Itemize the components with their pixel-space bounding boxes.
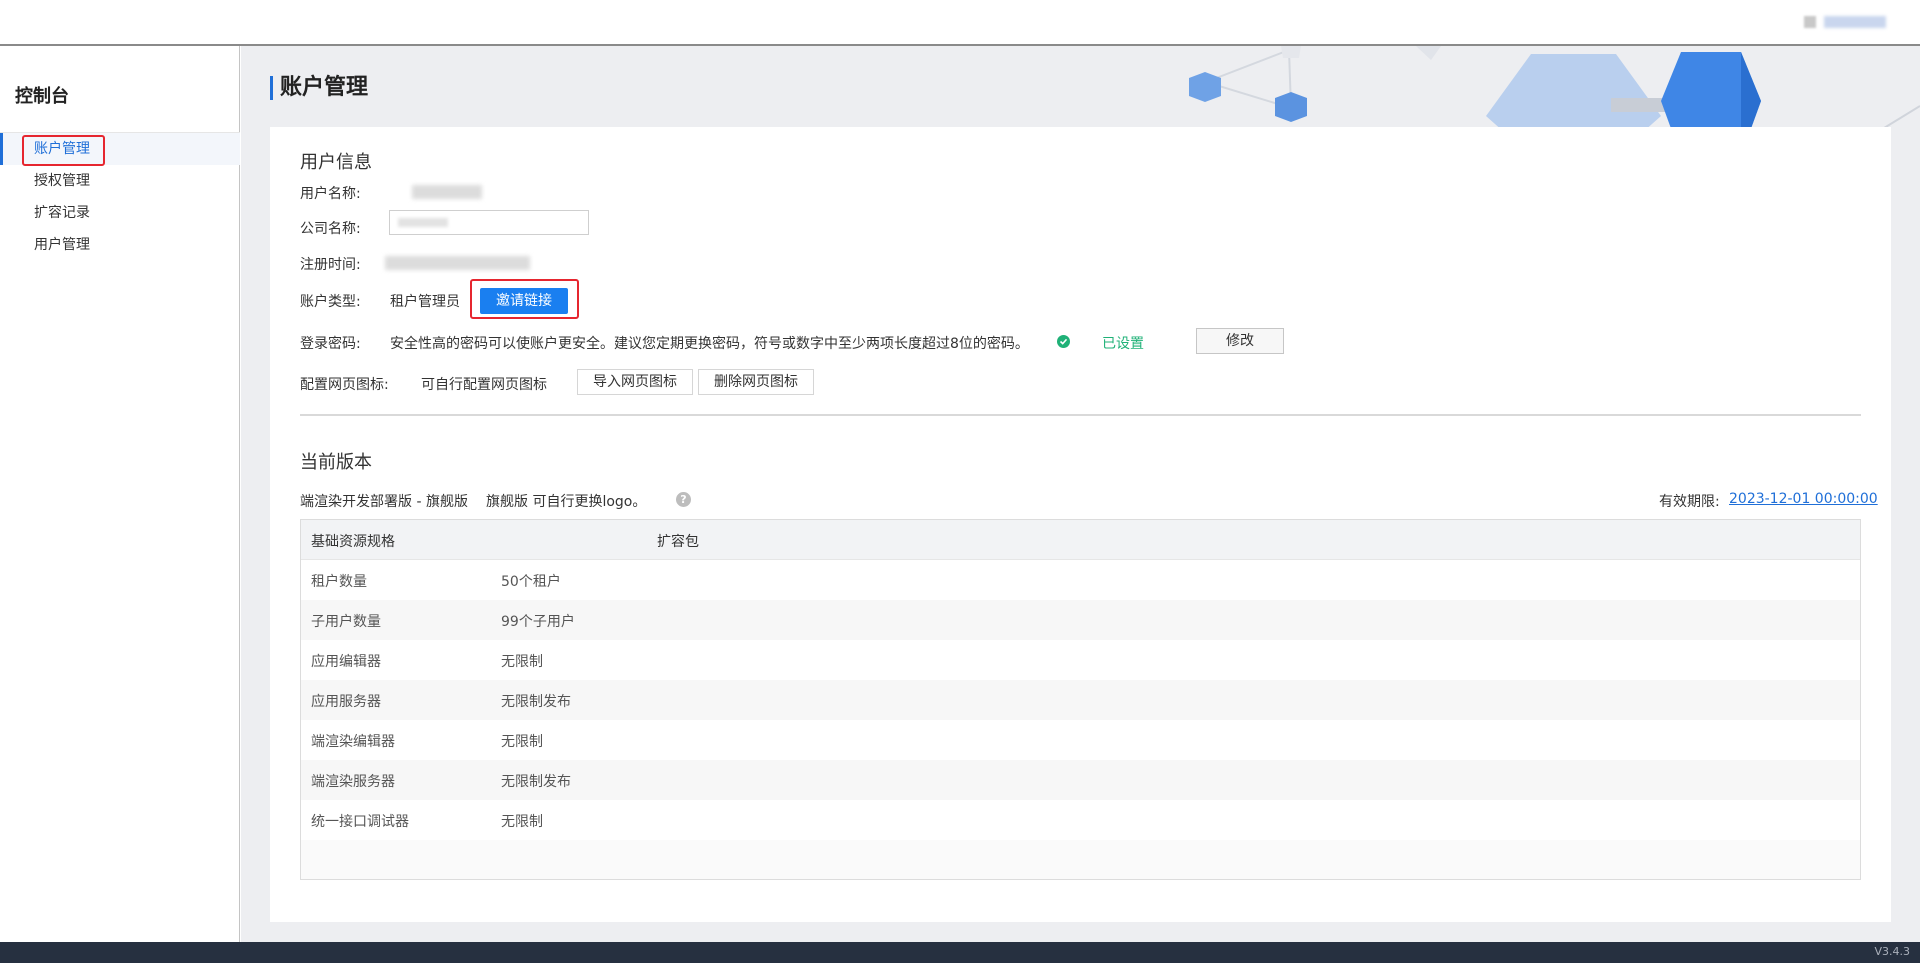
row-name: 端渲染编辑器 <box>311 734 395 750</box>
table-header: 基础资源规格 扩容包 <box>301 520 1860 560</box>
check-circle-icon <box>1057 335 1070 348</box>
favicon-hint: 可自行配置网页图标 <box>421 377 547 393</box>
register-time-label: 注册时间: <box>300 257 361 273</box>
table-row: 应用编辑器 无限制 <box>301 640 1860 680</box>
table-row: 统一接口调试器 无限制 <box>301 800 1860 840</box>
account-panel: 用户信息 用户名称: 公司名称: 注册时间: 账户类型: 租户管理员 邀请链接 … <box>270 127 1891 922</box>
table-row: 子用户数量 99个子用户 <box>301 600 1860 640</box>
user-name-redacted[interactable] <box>1824 16 1886 28</box>
row-name: 统一接口调试器 <box>311 814 409 830</box>
row-name: 应用编辑器 <box>311 654 381 670</box>
table-row: 租户数量 50个租户 <box>301 560 1860 600</box>
version-title: 当前版本 <box>300 452 372 473</box>
row-value: 无限制 <box>501 654 543 670</box>
table-row: 应用服务器 无限制发布 <box>301 680 1860 720</box>
section-divider <box>300 414 1861 416</box>
delete-favicon-button[interactable]: 删除网页图标 <box>698 369 814 395</box>
sidebar-item-authorization[interactable]: 授权管理 <box>0 165 240 197</box>
header-expansion-pack: 扩容包 <box>657 534 699 550</box>
account-type-value: 租户管理员 <box>390 294 460 310</box>
account-type-label: 账户类型: <box>300 294 361 310</box>
row-value: 50个租户 <box>501 574 561 590</box>
invite-link-button[interactable]: 邀请链接 <box>480 288 568 314</box>
row-name: 租户数量 <box>311 574 367 590</box>
user-avatar[interactable] <box>1804 16 1816 28</box>
version-number: V3.4.3 <box>1874 945 1910 958</box>
row-name: 端渲染服务器 <box>311 774 395 790</box>
password-hint: 安全性高的密码可以使账户更安全。建议您定期更换密码，符号或数字中至少两项长度超过… <box>390 336 1029 352</box>
row-value: 无限制 <box>501 814 543 830</box>
row-value: 无限制 <box>501 734 543 750</box>
expiry-label: 有效期限: <box>1659 494 1720 510</box>
edition-note: 旗舰版 可自行更换logo。 <box>486 494 647 510</box>
sidebar: 控制台 账户管理 授权管理 扩容记录 用户管理 <box>0 46 240 942</box>
resource-table: 基础资源规格 扩容包 租户数量 50个租户 子用户数量 99个子用户 应用编辑器… <box>300 519 1861 880</box>
user-info-title: 用户信息 <box>300 152 372 173</box>
sidebar-title: 控制台 <box>15 86 69 107</box>
footer: V3.4.3 <box>0 942 1920 963</box>
user-menu[interactable] <box>1804 16 1886 28</box>
modify-password-button[interactable]: 修改 <box>1196 328 1284 354</box>
company-field[interactable] <box>389 210 589 235</box>
header-basic-spec: 基础资源规格 <box>311 534 395 550</box>
import-favicon-button[interactable]: 导入网页图标 <box>577 369 693 395</box>
sidebar-item-users[interactable]: 用户管理 <box>0 229 240 261</box>
favicon-label: 配置网页图标: <box>300 377 389 393</box>
row-name: 子用户数量 <box>311 614 381 630</box>
company-label: 公司名称: <box>300 221 361 237</box>
table-row: 端渲染服务器 无限制发布 <box>301 760 1860 800</box>
top-bar <box>0 0 1920 46</box>
password-label: 登录密码: <box>300 336 361 352</box>
expiry-date-link[interactable]: 2023-12-01 00:00:00 <box>1729 491 1878 507</box>
row-name: 应用服务器 <box>311 694 381 710</box>
help-icon[interactable]: ? <box>676 492 691 507</box>
username-label: 用户名称: <box>300 186 361 202</box>
password-status: 已设置 <box>1102 336 1144 352</box>
row-value: 无限制发布 <box>501 774 571 790</box>
main-content: 账户管理 用户信息 用户名称: 公司名称: 注册时间: 账户类型: 租户管理员 … <box>241 46 1920 942</box>
sidebar-item-account[interactable]: 账户管理 <box>0 133 240 165</box>
sidebar-item-expansion-records[interactable]: 扩容记录 <box>0 197 240 229</box>
edition-name: 端渲染开发部署版 - 旗舰版 <box>300 494 468 510</box>
row-value: 无限制发布 <box>501 694 571 710</box>
table-row: 端渲染编辑器 无限制 <box>301 720 1860 760</box>
page-title: 账户管理 <box>270 76 368 100</box>
register-time-value-redacted <box>385 256 530 270</box>
username-value-redacted <box>412 185 482 199</box>
row-value: 99个子用户 <box>501 614 575 630</box>
